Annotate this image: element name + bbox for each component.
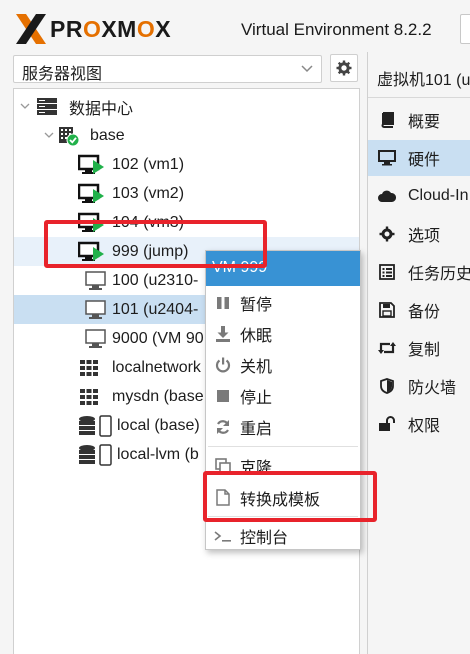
menu-item-console[interactable]: 控制台 (206, 520, 360, 551)
proxmox-logo[interactable]: PROXMOX (14, 12, 171, 46)
vm-running-icon (78, 183, 104, 203)
view-selector[interactable]: 服务器视图 (13, 55, 322, 83)
nav-task-history[interactable]: 任务历史 (368, 254, 470, 290)
menu-item-stop[interactable]: 停止 (206, 380, 360, 411)
gear-button[interactable] (330, 54, 358, 82)
tree-node-base[interactable]: base (14, 121, 359, 150)
unlock-icon (378, 415, 396, 433)
nav-options[interactable]: 选项 (368, 216, 470, 252)
nav-replication[interactable]: 复制 (368, 330, 470, 366)
nav-label: 选项 (408, 228, 441, 245)
nav-hardware[interactable]: 硬件 (368, 140, 470, 176)
logo-wordmark: PROXMOX (50, 15, 172, 42)
product-title: Virtual Environment 8.2.2 (241, 20, 432, 39)
download-icon (214, 325, 232, 343)
nav-summary[interactable]: 概要 (368, 102, 470, 138)
tree-vm[interactable]: 103 (vm2) (14, 179, 359, 208)
chevron-down-icon (301, 65, 313, 73)
server-stack-icon (37, 98, 57, 115)
header: PROXMOX Virtual Environment 8.2.2 (0, 0, 470, 50)
power-icon (214, 356, 232, 374)
view-selector-value: 服务器视图 (22, 66, 103, 83)
tree-vm-label: 100 (u2310- (112, 271, 199, 289)
nav-label: 任务历史 (408, 266, 470, 283)
tree-storage-label: local (base) (117, 416, 200, 434)
floppy-icon (378, 301, 396, 319)
help-button[interactable] (460, 14, 470, 44)
tree-network-label: localnetwork (112, 358, 201, 376)
tree-node-label: base (90, 126, 125, 144)
vm-detail-title: 虚拟机101 (u (377, 72, 470, 89)
nav-permissions[interactable]: 权限 (368, 406, 470, 442)
vm-detail-panel: 虚拟机101 (u 概要 硬件 Cloud-In 选项 任务历史 备份 复制 防… (367, 52, 470, 654)
menu-item-label: 控制台 (240, 529, 289, 547)
nav-label: 防火墙 (408, 380, 457, 397)
nav-label: 复制 (408, 342, 441, 359)
menu-item-shutdown[interactable]: 关机 (206, 349, 360, 380)
stop-icon (214, 387, 232, 405)
shield-icon (378, 377, 396, 395)
pause-icon (214, 294, 232, 312)
menu-separator (208, 446, 358, 447)
terminal-icon (214, 527, 232, 545)
highlight-box-convert-template (203, 471, 377, 522)
network-grid-icon (80, 360, 98, 376)
menu-item-label: 暂停 (240, 296, 273, 314)
menu-item-reboot[interactable]: 重启 (206, 411, 360, 442)
storage-icon (79, 415, 112, 437)
list-icon (378, 263, 396, 281)
tree-network-label: mysdn (base (112, 387, 204, 405)
vm-detail-nav: 概要 硬件 Cloud-In 选项 任务历史 备份 复制 防火墙 权限 (368, 98, 470, 654)
vm-detail-title-bar: 虚拟机101 (u (368, 52, 470, 98)
tree-vm[interactable]: 102 (vm1) (14, 150, 359, 179)
logo-x-icon (14, 12, 48, 46)
network-grid-icon (80, 389, 98, 405)
menu-item-label: 重启 (240, 420, 273, 438)
gear-icon (378, 225, 396, 243)
nav-label: 概要 (408, 114, 441, 131)
tree-storage-label: local-lvm (b (117, 445, 199, 463)
tree-vm-label: 103 (vm2) (112, 184, 185, 202)
menu-item-hibernate[interactable]: 休眠 (206, 318, 360, 349)
menu-item-pause[interactable]: 暂停 (206, 287, 360, 318)
gear-icon (336, 60, 352, 76)
tree-vm-label: 101 (u2404- (112, 300, 199, 318)
monitor-icon (378, 149, 396, 167)
cloud-icon (378, 187, 396, 205)
nav-cloud-init[interactable]: Cloud-In (368, 178, 470, 214)
chevron-down-icon[interactable] (44, 130, 54, 140)
proxmox-window: PROXMOX Virtual Environment 8.2.2 服务器视图 (0, 0, 470, 654)
tree-vm-label: 102 (vm1) (112, 155, 185, 173)
refresh-icon (214, 418, 232, 436)
chevron-down-icon[interactable] (20, 101, 30, 111)
vm-stopped-icon (85, 271, 106, 290)
storage-icon (79, 444, 112, 466)
nav-label: Cloud-In (408, 187, 469, 204)
nav-firewall[interactable]: 防火墙 (368, 368, 470, 404)
menu-item-label: 停止 (240, 389, 273, 407)
nav-label: 权限 (408, 418, 441, 435)
retweet-icon (378, 339, 396, 357)
node-building-icon (59, 127, 80, 147)
book-icon (378, 111, 396, 129)
tree-datacenter-label: 数据中心 (69, 100, 134, 118)
vm-stopped-icon (85, 300, 106, 319)
menu-item-label: 休眠 (240, 327, 273, 345)
vm-running-icon (78, 154, 104, 174)
tree-datacenter[interactable]: 数据中心 (14, 92, 359, 121)
nav-backup[interactable]: 备份 (368, 292, 470, 328)
menu-item-label: 关机 (240, 358, 273, 376)
tree-template-label: 9000 (VM 90 (112, 329, 204, 347)
template-icon (85, 329, 106, 348)
nav-label: 硬件 (408, 152, 441, 169)
nav-label: 备份 (408, 304, 441, 321)
highlight-box-vm-999 (44, 220, 267, 268)
